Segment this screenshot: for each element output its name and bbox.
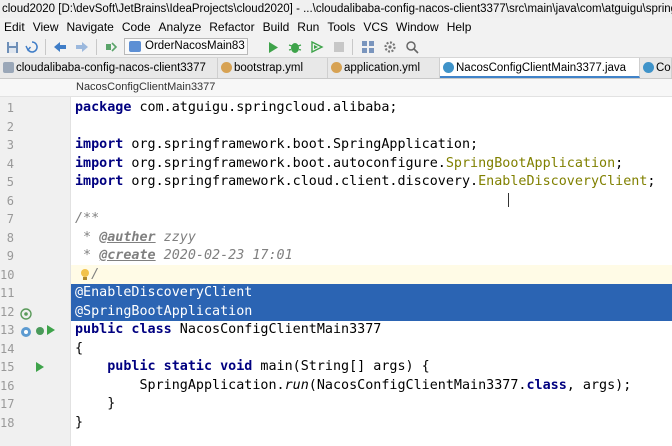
settings-icon[interactable] xyxy=(382,39,398,55)
save-all-icon[interactable] xyxy=(4,39,20,55)
line-number: 10 xyxy=(0,267,15,282)
tab-co[interactable]: Co xyxy=(640,58,672,78)
menu-window[interactable]: Window xyxy=(392,18,443,36)
run-configuration-label: OrderNacosMain83 xyxy=(145,40,245,52)
line-number: 3 xyxy=(6,138,14,152)
line-number: 18 xyxy=(0,415,15,430)
coverage-icon[interactable] xyxy=(309,39,325,55)
code-line-1: package com.atguigu.springcloud.alibaba; xyxy=(75,100,398,115)
line-number: 4 xyxy=(6,156,14,171)
code-line-9: * @create 2020-02-23 17:01 xyxy=(75,248,293,263)
menu-analyze[interactable]: Analyze xyxy=(155,18,206,36)
line-number: 8 xyxy=(6,230,14,245)
code-line-7: /** xyxy=(75,211,100,226)
tab-label: Co xyxy=(656,62,671,74)
code-line-4: import org.springframework.boot.autoconf… xyxy=(75,155,624,171)
tab-label: bootstrap.yml xyxy=(234,62,304,74)
current-line-highlight xyxy=(71,265,672,284)
line-number: 5 xyxy=(6,175,14,189)
code-line-13: public class NacosConfigClientMain3377 xyxy=(75,322,382,337)
menu-vcs[interactable]: VCS xyxy=(359,18,392,36)
menu-edit[interactable]: Edit xyxy=(0,18,29,36)
tab-label: application.yml xyxy=(344,62,421,74)
lightbulb-icon[interactable] xyxy=(79,268,91,280)
window-title: cloud2020 [D:\devSoft\JetBrains\IdeaProj… xyxy=(0,0,672,18)
line-number: 16 xyxy=(0,378,15,393)
menu-navigate[interactable]: Navigate xyxy=(62,18,117,36)
line-number: 6 xyxy=(6,193,14,208)
code-line-18: } xyxy=(75,414,84,430)
spring-bean-icon[interactable] xyxy=(20,326,32,338)
code-line-3: import org.springframework.boot.SpringAp… xyxy=(75,137,479,152)
tab-bootstrap-yml[interactable]: bootstrap.yml xyxy=(218,58,328,78)
project-structure-icon[interactable] xyxy=(360,39,376,55)
tab-label: NacosConfigClientMain3377.java xyxy=(456,62,627,74)
code-line-17: } xyxy=(75,396,116,411)
forward-icon[interactable] xyxy=(74,39,90,55)
yaml-icon xyxy=(221,62,232,73)
code-line-12: @SpringBootApplication xyxy=(75,303,253,319)
code-line-11: @EnableDiscoveryClient xyxy=(75,285,253,300)
editor-tabs: cloudalibaba-config-nacos-client3377 boo… xyxy=(0,58,672,79)
tab-label: cloudalibaba-config-nacos-client3377 xyxy=(16,62,206,74)
line-number: 9 xyxy=(6,249,14,263)
run-icon[interactable] xyxy=(265,39,281,55)
line-number: 2 xyxy=(6,119,14,134)
line-number: 13 xyxy=(0,323,15,337)
code-line-15: public static void main(String[] args) { xyxy=(107,359,430,374)
menu-tools[interactable]: Tools xyxy=(323,18,359,36)
line-number: 17 xyxy=(0,397,15,411)
menu-help[interactable]: Help xyxy=(443,18,476,36)
mouse-cursor xyxy=(508,193,509,207)
bean-icon[interactable] xyxy=(20,308,32,320)
code-line-8: * @auther zzyy xyxy=(75,229,196,245)
line-number: 14 xyxy=(0,341,15,356)
search-icon[interactable] xyxy=(404,39,420,55)
code-line-5: import org.springframework.cloud.client.… xyxy=(75,174,656,189)
spring-boot-config-icon xyxy=(129,41,141,52)
run-main-gutter-icon[interactable] xyxy=(34,361,46,373)
breadcrumb[interactable]: NacosConfigClientMain3377 xyxy=(76,79,215,96)
menu-code[interactable]: Code xyxy=(118,18,155,36)
line-number: 11 xyxy=(0,286,15,300)
menu-run[interactable]: Run xyxy=(293,18,323,36)
line-number: 15 xyxy=(0,360,15,374)
back-icon[interactable] xyxy=(52,39,68,55)
module-icon xyxy=(3,62,14,73)
tab-nacosconfigclientmain3377-java[interactable]: NacosConfigClientMain3377.java xyxy=(440,58,640,78)
class-icon xyxy=(443,62,454,73)
code-line-16: SpringApplication.run(NacosConfigClientM… xyxy=(75,377,632,393)
breadcrumb-bar: NacosConfigClientMain3377 xyxy=(0,79,672,97)
class-icon xyxy=(643,62,654,73)
menu-bar: Edit View Navigate Code Analyze Refactor Build… xyxy=(0,18,672,36)
debug-icon[interactable] xyxy=(287,39,303,55)
code-line-14: { xyxy=(75,340,84,356)
build-icon[interactable] xyxy=(103,39,119,55)
menu-view[interactable]: View xyxy=(29,18,63,36)
code-editor[interactable]: package com.atguigu.springcloud.alibaba;… xyxy=(71,97,672,446)
line-number: 7 xyxy=(6,212,14,226)
run-configuration-select[interactable]: OrderNacosMain83 xyxy=(124,38,248,55)
sync-icon[interactable] xyxy=(24,39,40,55)
line-number: 1 xyxy=(6,101,14,115)
tab-application-yml[interactable]: application.yml xyxy=(328,58,440,78)
stop-icon[interactable] xyxy=(331,39,347,55)
menu-build[interactable]: Build xyxy=(259,18,294,36)
run-gutter-icon[interactable] xyxy=(45,324,57,336)
yaml-icon xyxy=(331,62,342,73)
line-number: 12 xyxy=(0,304,15,319)
editor-gutter: 1 2 3 4 5 6 7 8 9 10 11 12 13 14 15 16 1… xyxy=(0,97,70,446)
tab-module[interactable]: cloudalibaba-config-nacos-client3377 xyxy=(0,58,218,78)
main-toolbar: OrderNacosMain83 xyxy=(0,36,672,58)
menu-refactor[interactable]: Refactor xyxy=(205,18,258,36)
